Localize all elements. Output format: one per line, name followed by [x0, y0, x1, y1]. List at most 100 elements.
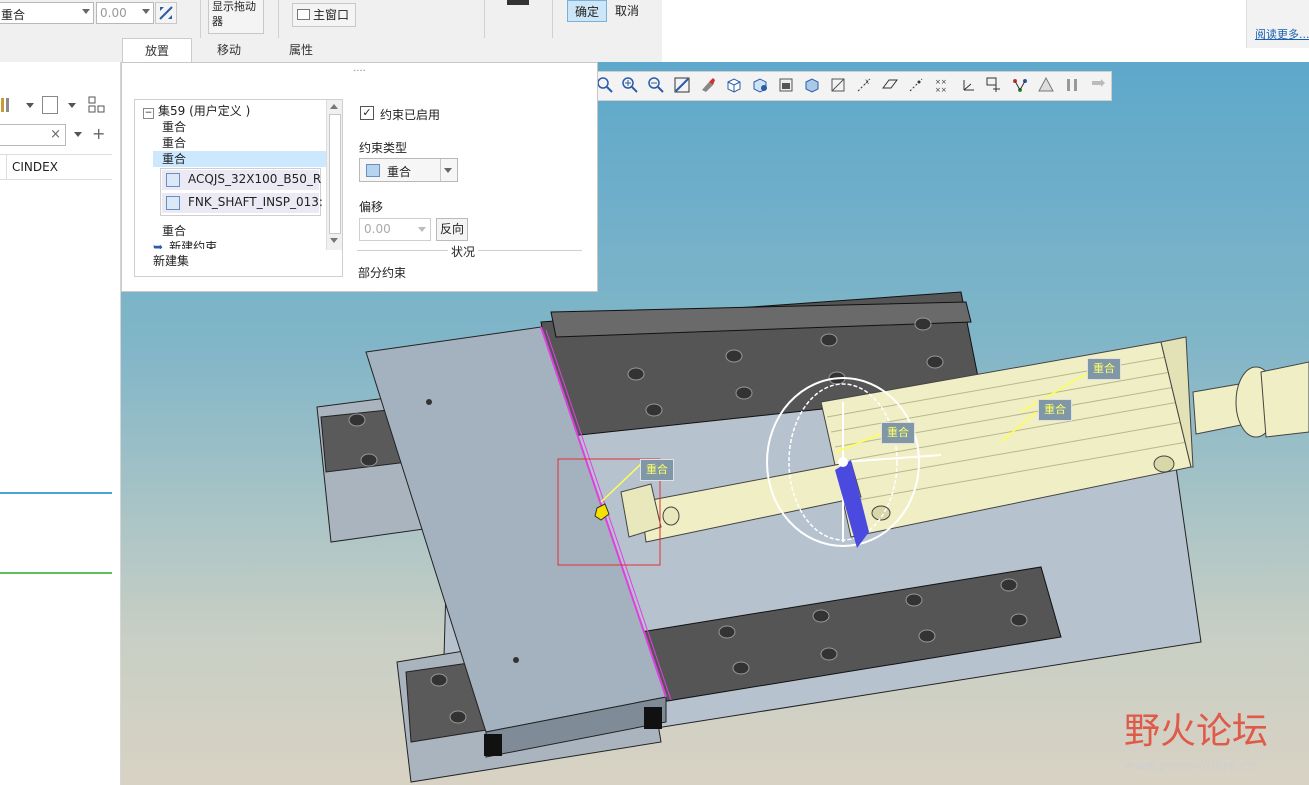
- tree-filter-icon[interactable]: [88, 96, 108, 116]
- annotation-display-icon[interactable]: [829, 76, 847, 94]
- reference-item[interactable]: FNK_SHAFT_INSP_013:: [162, 193, 323, 213]
- constraint-label-coincident[interactable]: 重合: [1038, 399, 1072, 421]
- coincident-icon: [366, 164, 380, 177]
- tab-move[interactable]: 移动: [194, 38, 264, 62]
- repaint-icon[interactable]: [699, 76, 717, 94]
- chevron-down-icon: [444, 168, 452, 173]
- zoom-fit-icon[interactable]: [596, 76, 614, 94]
- offset-label: 偏移: [359, 200, 384, 214]
- chevron-up-icon[interactable]: [330, 104, 338, 109]
- csys-display-icon[interactable]: [959, 76, 977, 94]
- divider: [484, 0, 485, 38]
- constraint-type-value: 重合: [387, 165, 412, 179]
- panel-grip[interactable]: ....: [122, 63, 597, 77]
- constraint-type-select[interactable]: 重合: [359, 158, 458, 182]
- tree-scrollbar[interactable]: [326, 100, 342, 250]
- constraint-tree[interactable]: − 集59 (用户定义 ) 重合 重合 重合 ACQJS_32X100_B50_R…: [134, 99, 343, 277]
- main-window-label: 主窗口: [313, 8, 350, 22]
- constraint-set-label: 集59 (用户定义 ): [158, 104, 251, 118]
- ok-button[interactable]: 确定: [567, 0, 607, 22]
- chevron-down-icon[interactable]: [330, 238, 338, 243]
- tools-icon[interactable]: [0, 96, 14, 114]
- constraint-item[interactable]: 重合: [162, 135, 186, 151]
- svg-text:X: X: [865, 79, 869, 86]
- search-input[interactable]: ×: [0, 124, 66, 146]
- chevron-down-icon[interactable]: [68, 103, 76, 108]
- read-more-link[interactable]: 阅读更多...: [1255, 26, 1309, 42]
- status-value: 部分约束: [358, 266, 407, 280]
- zoom-out-icon[interactable]: [647, 76, 665, 94]
- watermark-title: 野火论坛: [1124, 711, 1269, 752]
- constraint-type-combo-value: 重合: [1, 8, 26, 22]
- constraint-enabled-label: 约束已启用: [380, 108, 441, 122]
- divider: [0, 492, 112, 494]
- constraint-item[interactable]: 重合: [162, 119, 186, 135]
- point-display-icon[interactable]: [907, 76, 925, 94]
- constraint-label-coincident[interactable]: 重合: [640, 459, 674, 481]
- csys-points-icon[interactable]: ×× ××: [933, 76, 951, 94]
- chevron-down-icon: [142, 9, 150, 14]
- add-icon[interactable]: +: [92, 124, 105, 143]
- pause-icon[interactable]: [1063, 76, 1081, 94]
- graphics-toolbar: [592, 71, 1112, 101]
- scrollbar-thumb[interactable]: [329, 114, 341, 234]
- saved-views-icon[interactable]: [751, 76, 769, 94]
- flip-button[interactable]: 反向: [436, 218, 468, 241]
- ribbon-right-area: 阅读更多...: [662, 0, 1309, 62]
- tree-column-header: CINDEX: [0, 154, 112, 180]
- watermark-logo: 野火论坛: [1124, 712, 1268, 752]
- new-set-item[interactable]: 新建集: [153, 253, 189, 269]
- spin-center-icon[interactable]: [985, 76, 1003, 94]
- tab-properties[interactable]: 属性: [266, 38, 336, 62]
- constraint-item-selected[interactable]: 重合: [153, 151, 326, 167]
- reference-item[interactable]: ACQJS_32X100_B50_R: [162, 170, 322, 190]
- watermark-url: www.proewildfire.cn: [1124, 759, 1257, 774]
- display-style-icon[interactable]: [725, 76, 743, 94]
- column-cindex[interactable]: CINDEX: [12, 160, 58, 174]
- offset-combo[interactable]: 0.00: [96, 2, 154, 24]
- constraint-type-label: 约束类型: [359, 141, 408, 155]
- chevron-down-icon: [418, 227, 426, 232]
- constraint-label-coincident[interactable]: 重合: [1087, 358, 1121, 380]
- constraint-enabled-checkbox[interactable]: ✓: [360, 106, 374, 120]
- warning-icon[interactable]: [1037, 76, 1055, 94]
- regenerate-icon[interactable]: [1089, 76, 1107, 94]
- list-settings-icon[interactable]: [42, 96, 58, 114]
- chevron-down-icon[interactable]: [26, 103, 34, 108]
- plane-display-icon[interactable]: [881, 76, 899, 94]
- flip-icon: [159, 6, 173, 20]
- svg-text:××: ××: [935, 86, 947, 94]
- network-icon[interactable]: [1011, 76, 1029, 94]
- tab-placement[interactable]: 放置: [122, 38, 192, 62]
- refit-icon[interactable]: [673, 76, 691, 94]
- surface-icon: [166, 196, 180, 210]
- show-dragger-button[interactable]: 显示拖动器: [208, 0, 264, 34]
- divider: [552, 0, 553, 38]
- clear-icon[interactable]: ×: [50, 127, 61, 142]
- perspective-icon[interactable]: [803, 76, 821, 94]
- axis-display-icon[interactable]: X: [855, 76, 873, 94]
- new-constraint-label: 新建约束: [169, 240, 218, 249]
- constraint-type-combo[interactable]: 重合: [0, 2, 94, 24]
- constraint-set[interactable]: − 集59 (用户定义 ): [143, 103, 250, 119]
- reference-label: ACQJS_32X100_B50_R: [188, 172, 322, 186]
- reference-list: ACQJS_32X100_B50_R FNK_SHAFT_INSP_013:: [160, 168, 323, 216]
- chevron-down-icon[interactable]: [74, 132, 82, 137]
- cancel-button[interactable]: 取消: [610, 0, 644, 22]
- new-constraint-item[interactable]: ➥ 新建约束: [153, 239, 217, 249]
- divider: [200, 0, 201, 38]
- window-icon: [297, 9, 310, 20]
- flip-button[interactable]: [155, 2, 177, 24]
- offset-combo-value: 0.00: [100, 6, 127, 20]
- constraint-label-coincident[interactable]: 重合: [881, 422, 915, 444]
- constraint-item[interactable]: 重合: [162, 223, 186, 239]
- main-window-button[interactable]: 主窗口: [292, 3, 356, 27]
- zoom-in-icon[interactable]: [621, 76, 639, 94]
- ribbon: 重合 0.00 显示拖动器 主窗口 确定 取消 放置 移动 属性: [0, 0, 662, 63]
- pause-icon[interactable]: [507, 0, 529, 5]
- collapse-icon[interactable]: −: [143, 108, 154, 119]
- view-manager-icon[interactable]: [777, 76, 795, 94]
- offset-input[interactable]: 0.00: [359, 218, 431, 241]
- status-label: 状况: [448, 243, 479, 260]
- show-dragger-label: 显示拖动器: [212, 0, 256, 28]
